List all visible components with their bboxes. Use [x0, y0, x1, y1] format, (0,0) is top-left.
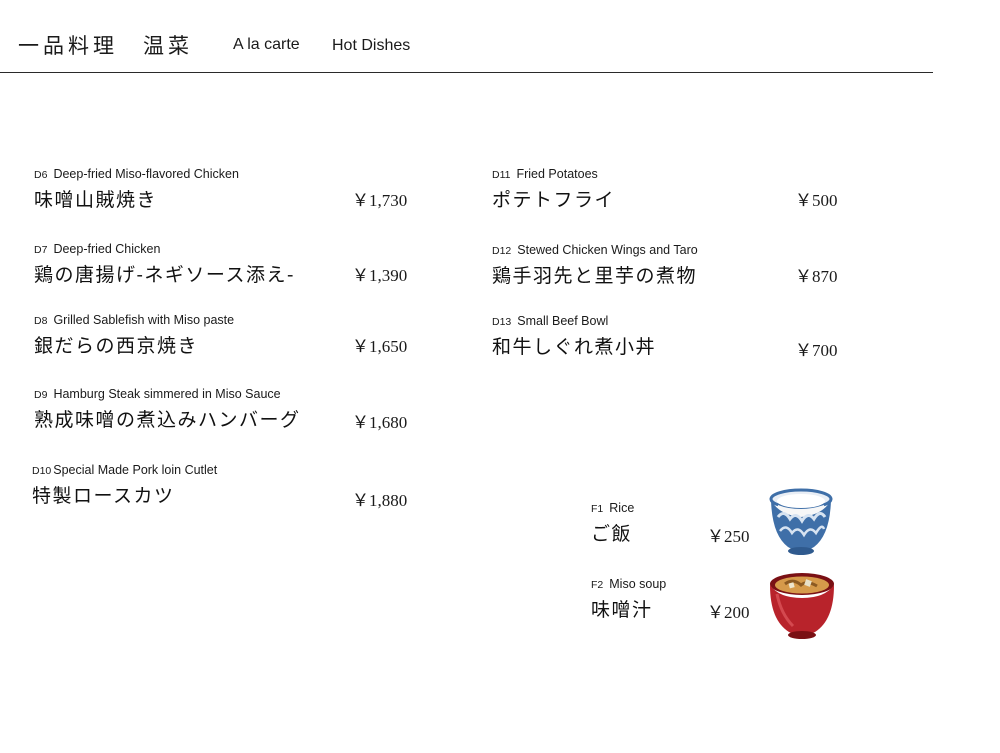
item-name-en: Grilled Sablefish with Miso paste	[53, 313, 235, 327]
item-name-en: Fried Potatoes	[516, 167, 598, 181]
item-name-jp: 銀だらの西京焼き	[34, 335, 199, 357]
item-name-jp: 熟成味噌の煮込みハンバーグ	[34, 409, 301, 431]
item-name-jp: 和牛しぐれ煮小丼	[492, 336, 657, 358]
item-price: ￥1,390	[352, 266, 408, 285]
item-price: ￥250	[707, 527, 750, 546]
item-price: ￥1,730	[352, 191, 408, 210]
item-price: ￥700	[795, 341, 838, 360]
item-price: ￥1,680	[352, 413, 408, 432]
menu-item-d13: D13 Small Beef Bowl 和牛しぐれ煮小丼	[492, 314, 656, 359]
item-name-en: Special Made Pork loin Cutlet	[53, 463, 218, 477]
item-price: ￥200	[707, 603, 750, 622]
item-name-jp: ご飯	[591, 523, 633, 545]
miso-soup-bowl-icon	[770, 573, 834, 639]
menu-item-d7: D7 Deep-fried Chicken 鶏の唐揚げ-ネギソース添え-	[34, 242, 295, 287]
item-code: D13	[492, 316, 512, 328]
item-code: D11	[492, 169, 511, 181]
item-code: F1	[591, 503, 604, 515]
item-price: ￥500	[795, 191, 838, 210]
page-subtitle-en: Hot Dishes	[332, 37, 411, 54]
item-code: F2	[591, 579, 604, 591]
item-name-jp: 味噌汁	[591, 599, 653, 621]
item-price: ￥1,880	[352, 491, 408, 510]
item-price: ￥870	[795, 267, 838, 286]
item-name-en: Stewed Chicken Wings and Taro	[517, 243, 698, 257]
item-name-en: Deep-fried Chicken	[53, 242, 161, 256]
item-code: D9	[34, 389, 48, 401]
menu-item-d6: D6 Deep-fried Miso-flavored Chicken 味噌山賊焼…	[34, 167, 239, 212]
menu-header: 一品料理 温菜 A la carte Hot Dishes	[0, 0, 933, 73]
item-name-en: Miso soup	[609, 577, 667, 591]
item-code: D7	[34, 244, 48, 256]
item-code: D10	[32, 465, 52, 477]
item-name-en: Small Beef Bowl	[517, 314, 609, 328]
item-name-en: Rice	[609, 501, 635, 515]
item-price: ￥1,650	[352, 337, 408, 356]
item-code: D6	[34, 169, 48, 181]
item-name-en: Deep-fried Miso-flavored Chicken	[53, 167, 239, 181]
menu-item-d10: D10 Special Made Pork loin Cutlet 特製ロースカツ	[32, 463, 217, 508]
menu-item-d9: D9 Hamburg Steak simmered in Miso Sauce 熟…	[34, 387, 301, 432]
item-code: D12	[492, 245, 512, 257]
item-name-en: Hamburg Steak simmered in Miso Sauce	[53, 387, 281, 401]
item-name-jp: 鶏手羽先と里芋の煮物	[492, 265, 698, 287]
page-subtitle-fr: A la carte	[233, 36, 300, 53]
menu-item-f1: F1 Rice ご飯	[591, 501, 634, 546]
menu-item-d8: D8 Grilled Sablefish with Miso paste 銀だらの…	[34, 313, 234, 358]
item-code: D8	[34, 315, 48, 327]
item-name-jp: ポテトフライ	[492, 189, 616, 211]
page-title-jp: 一品料理 温菜	[18, 34, 193, 58]
item-name-jp: 味噌山賊焼き	[34, 189, 158, 211]
item-name-jp: 特製ロースカツ	[32, 485, 175, 507]
menu-item-f2: F2 Miso soup 味噌汁	[591, 577, 666, 622]
item-name-jp: 鶏の唐揚げ-ネギソース添え-	[34, 264, 295, 286]
menu-item-d11: D11 Fried Potatoes ポテトフライ	[492, 167, 615, 212]
rice-bowl-icon	[769, 488, 833, 555]
menu-item-d12: D12 Stewed Chicken Wings and Taro 鶏手羽先と里芋…	[492, 243, 698, 288]
